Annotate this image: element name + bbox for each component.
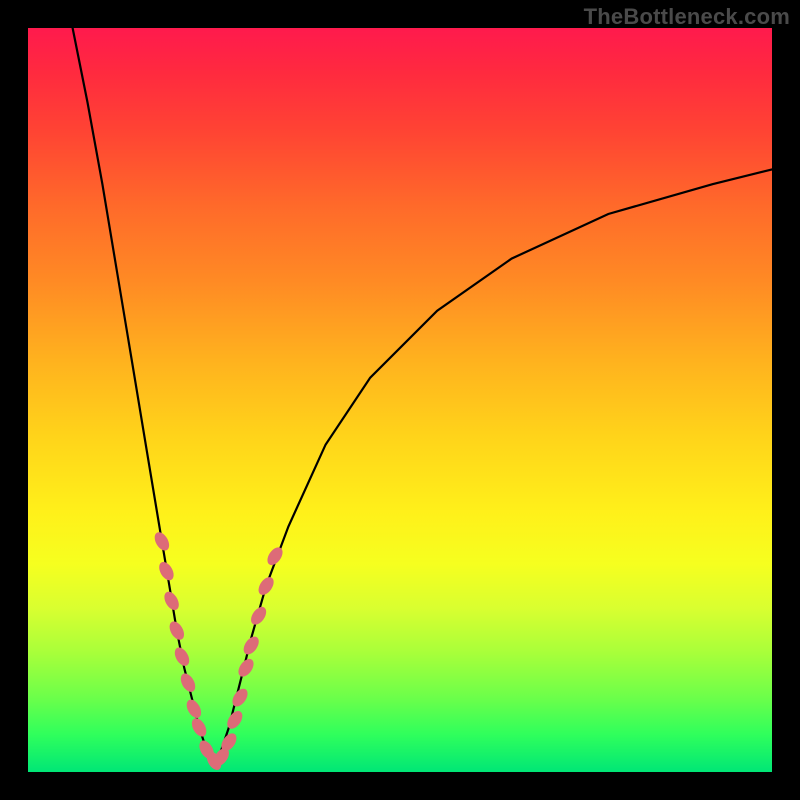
data-marker xyxy=(255,574,276,597)
data-marker xyxy=(248,604,269,627)
chart-frame: TheBottleneck.com xyxy=(0,0,800,800)
data-marker xyxy=(172,645,192,668)
watermark-text: TheBottleneck.com xyxy=(584,4,790,30)
curve-layer xyxy=(28,28,772,772)
data-marker xyxy=(189,716,209,739)
data-marker xyxy=(156,559,176,582)
data-marker xyxy=(224,708,245,731)
data-marker xyxy=(229,686,250,709)
curve-left-branch xyxy=(73,28,214,765)
data-marker xyxy=(152,530,172,553)
plot-area xyxy=(28,28,772,772)
data-marker xyxy=(167,619,187,642)
data-marker xyxy=(184,697,204,720)
data-marker xyxy=(161,589,181,612)
curve-right-branch xyxy=(214,169,772,764)
marker-group xyxy=(152,530,286,773)
data-marker xyxy=(178,671,198,694)
